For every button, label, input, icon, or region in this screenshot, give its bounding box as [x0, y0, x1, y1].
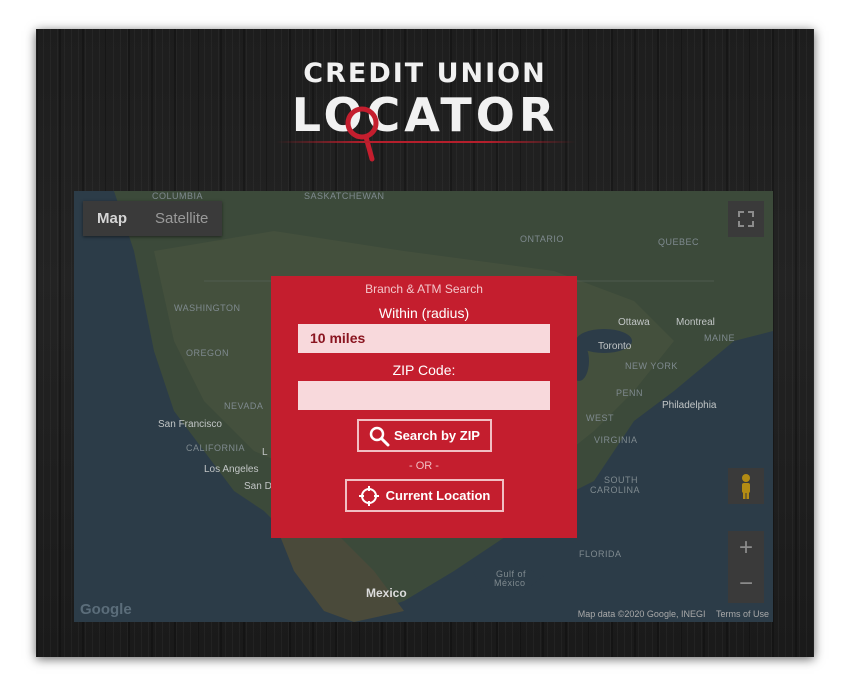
- fullscreen-icon: [738, 211, 754, 227]
- zoom-control: + −: [728, 531, 764, 603]
- terms-link[interactable]: Terms of Use: [716, 609, 769, 619]
- logo: CREDIT UNION LOCATOR: [36, 58, 814, 142]
- map-label: QUEBEC: [658, 237, 700, 247]
- zoom-out-button[interactable]: −: [728, 567, 764, 603]
- map-label: WASHINGTON: [174, 303, 241, 313]
- zip-label: ZIP Code:: [392, 362, 456, 378]
- satellite-view-button[interactable]: Satellite: [141, 201, 222, 236]
- logo-line2: LOCATOR: [291, 88, 559, 142]
- map-label: ONTARIO: [520, 234, 564, 244]
- logo-line1: CREDIT UNION: [303, 58, 547, 89]
- map-type-toggle: Map Satellite: [83, 201, 223, 236]
- map-city: San Di: [244, 481, 275, 492]
- current-location-button[interactable]: Current Location: [344, 479, 504, 512]
- map-label: MAINE: [704, 333, 736, 343]
- map-attribution: Map data ©2020 Google, INEGI Terms of Us…: [570, 609, 769, 619]
- map-city: L: [262, 447, 268, 458]
- map-city: Montreal: [676, 317, 715, 328]
- map-label: SOUTH: [604, 475, 638, 485]
- crosshair-icon: [358, 485, 379, 506]
- map-city: Ottawa: [618, 317, 650, 328]
- zip-input[interactable]: [298, 381, 550, 410]
- map-label: VIRGINIA: [594, 435, 638, 445]
- map-label: México: [494, 578, 526, 588]
- map-city: Toronto: [598, 341, 632, 352]
- map-city: Los Angeles: [204, 464, 259, 475]
- map-label: FLORIDA: [579, 549, 622, 559]
- google-logo: Google: [80, 601, 132, 618]
- search-by-zip-label: Search by ZIP: [394, 428, 480, 443]
- map-data-text: Map data ©2020 Google, INEGI: [577, 609, 706, 619]
- map-label: COLUMBIA: [152, 191, 204, 201]
- or-divider: - OR -: [409, 460, 439, 472]
- radius-select[interactable]: 10 miles: [298, 324, 550, 353]
- search-by-zip-button[interactable]: Search by ZIP: [356, 419, 492, 452]
- map-city: San Francisco: [158, 419, 222, 430]
- map-label: SASKATCHEWAN: [304, 191, 385, 201]
- map-label: WEST: [586, 413, 614, 423]
- map-label: CAROLINA: [590, 485, 641, 495]
- pegman-icon: [742, 474, 750, 499]
- search-panel: Branch & ATM Search Within (radius) 10 m…: [271, 276, 577, 538]
- radius-label: Within (radius): [378, 305, 470, 321]
- current-location-label: Current Location: [385, 488, 491, 503]
- zoom-in-button[interactable]: +: [728, 531, 764, 567]
- logo-underline: [276, 141, 576, 143]
- map-label: NEVADA: [224, 401, 264, 411]
- map-city: Mexico: [366, 586, 407, 600]
- map-label: PENN: [616, 388, 644, 398]
- magnifier-logo-icon: [345, 106, 379, 162]
- search-icon: [369, 426, 390, 446]
- map-label: CALIFORNIA: [186, 443, 246, 453]
- search-panel-title: Branch & ATM Search: [365, 282, 483, 296]
- map-city: Philadelphia: [662, 400, 717, 411]
- map-view-button[interactable]: Map: [83, 201, 141, 236]
- map-label: OREGON: [186, 348, 230, 358]
- fullscreen-button[interactable]: [728, 201, 764, 237]
- map-label: NEW YORK: [625, 361, 678, 371]
- street-view-button[interactable]: [728, 468, 764, 504]
